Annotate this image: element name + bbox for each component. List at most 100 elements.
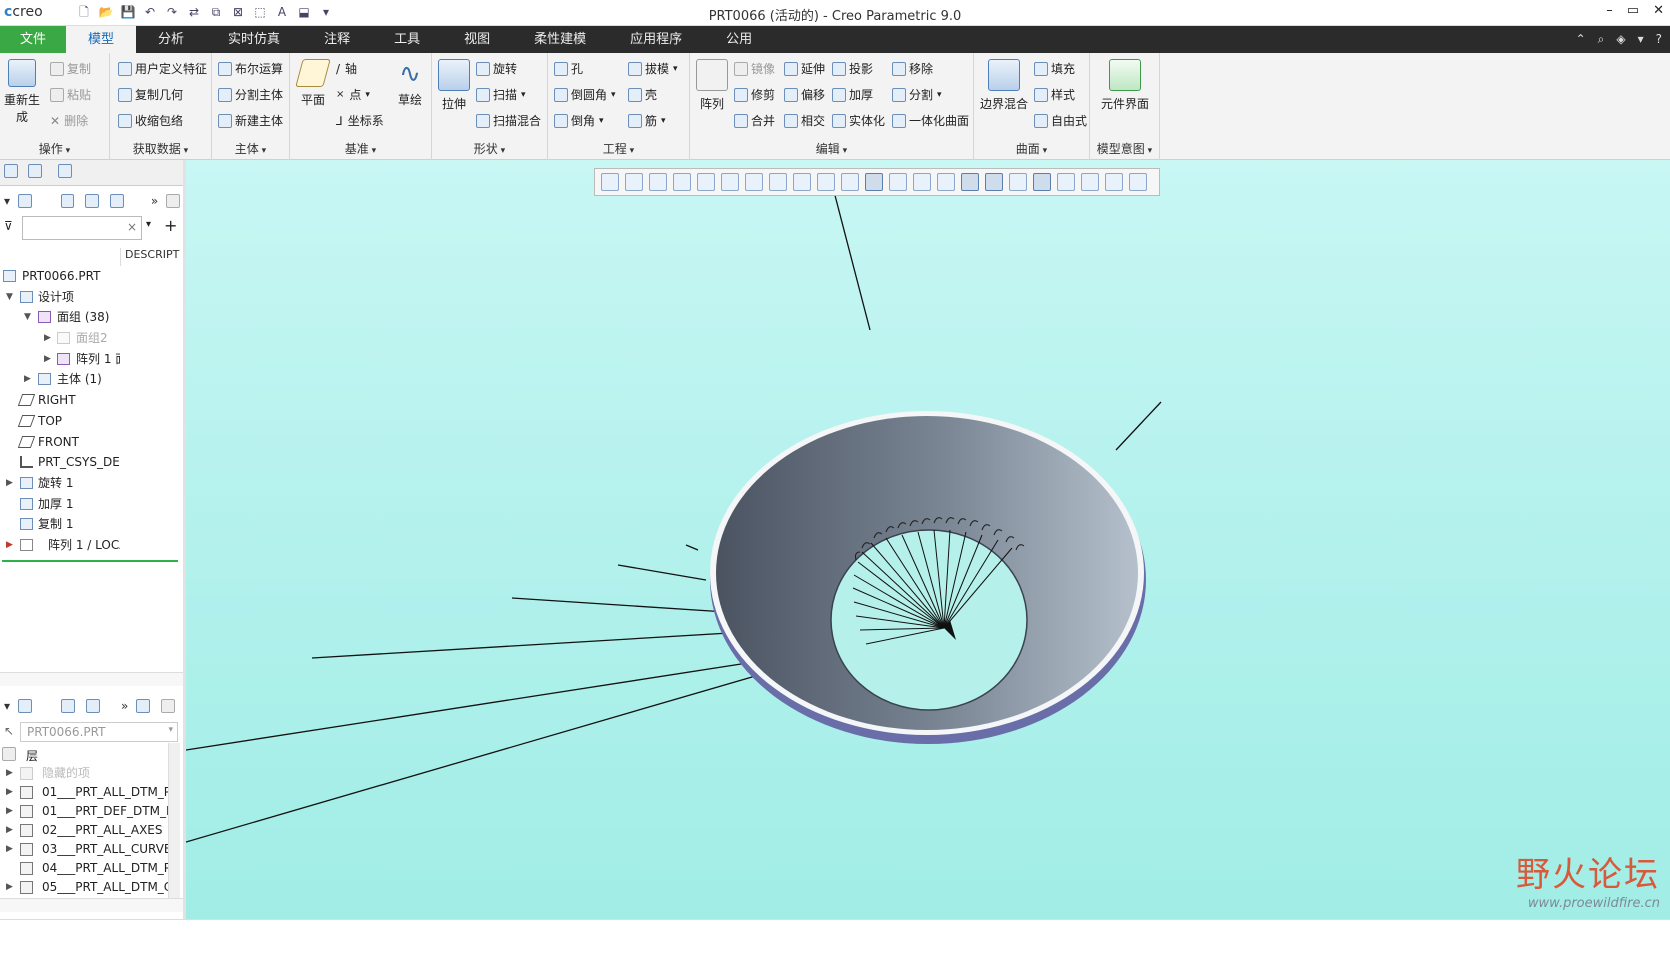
layer-item[interactable]: 04___PRT_ALL_DTM_PNT xyxy=(0,859,168,878)
tree-item-right-plane[interactable]: RIGHT xyxy=(0,390,120,411)
offset-button[interactable]: 偏移 xyxy=(784,86,825,103)
copy-geometry-button[interactable]: 复制几何 xyxy=(118,86,183,103)
pause-icon[interactable] xyxy=(1105,173,1123,191)
freestyle-button[interactable]: 自由式 xyxy=(1034,112,1087,129)
tree-item-pattern[interactable]: ▶阵列 1 / LOCAL xyxy=(0,535,120,556)
delete-button[interactable]: ✕ 删除 xyxy=(50,112,88,129)
tab-live-simulation[interactable]: 实时仿真 xyxy=(206,26,302,53)
chamfer-button[interactable]: 倒角 ▾ xyxy=(554,112,604,129)
shading-icon[interactable] xyxy=(841,173,859,191)
tree-item-design-items[interactable]: ▼ 设计项 xyxy=(0,287,120,308)
trim-button[interactable]: 修剪 xyxy=(734,86,775,103)
undo-icon[interactable]: ↶ xyxy=(142,4,158,20)
insert-here-indicator[interactable] xyxy=(2,560,178,562)
expand-toggle-icon[interactable]: ▾ xyxy=(4,194,10,208)
axis-display-icon[interactable] xyxy=(889,173,907,191)
tree-expand-icon[interactable] xyxy=(61,699,76,713)
tree-collapse-icon[interactable] xyxy=(86,699,101,713)
tree-search-input[interactable]: × xyxy=(22,216,142,240)
group-label-model-intent[interactable]: 模型意图 xyxy=(1090,140,1159,157)
style-button[interactable]: 样式 xyxy=(1034,86,1075,103)
collapse-ribbon-icon[interactable]: ⌃ xyxy=(1576,26,1586,53)
layer-item[interactable]: ▶05___PRT_ALL_DTM_CSYS xyxy=(0,878,168,897)
swept-blend-button[interactable]: 扫描混合 xyxy=(476,112,541,129)
point-dropdown-icon[interactable]: ▾ xyxy=(365,90,370,100)
csys-tag-display-icon[interactable] xyxy=(1009,173,1027,191)
zoom-in-icon[interactable] xyxy=(625,173,643,191)
more-options-icon[interactable]: » xyxy=(151,194,158,208)
plane-button[interactable]: 平面 xyxy=(295,59,331,108)
revolve-button[interactable]: 旋转 xyxy=(476,60,517,77)
axis-button[interactable]: / 轴 xyxy=(336,60,357,77)
pattern-button[interactable]: 阵列 xyxy=(694,59,730,112)
expand-arrow-icon[interactable]: ▶ xyxy=(6,802,13,821)
split-button[interactable]: 分割 ▾ xyxy=(892,86,942,103)
plane-display-icon[interactable] xyxy=(865,173,883,191)
view-manager-icon[interactable] xyxy=(745,173,763,191)
csys-display-icon[interactable] xyxy=(937,173,955,191)
tab-applications[interactable]: 应用程序 xyxy=(608,26,704,53)
draft-dropdown-icon[interactable]: ▾ xyxy=(673,64,678,74)
help-icon[interactable]: ? xyxy=(1656,26,1662,53)
csys-button[interactable]: ⅃ 坐标系 xyxy=(336,112,384,129)
point-button[interactable]: × 点 ▾ xyxy=(336,86,370,103)
rib-button[interactable]: 筋 ▾ xyxy=(628,112,666,129)
maximize-button[interactable]: ▭ xyxy=(1627,3,1639,18)
thicken-button[interactable]: 加厚 xyxy=(832,86,873,103)
layer-item[interactable]: ▶ 02___PRT_ALL_AXES xyxy=(0,821,168,840)
expand-arrow-icon[interactable]: ▶ xyxy=(6,783,13,802)
expand-arrow-icon[interactable]: ▶ xyxy=(6,535,13,555)
tree-item-top-plane[interactable]: TOP xyxy=(0,411,120,432)
search-icon[interactable]: ⌕ xyxy=(1598,26,1605,53)
split-dropdown-icon[interactable]: ▾ xyxy=(937,90,942,100)
expand-arrow-icon[interactable]: ▶ xyxy=(6,878,13,897)
sweep-button[interactable]: 扫描 ▾ xyxy=(476,86,526,103)
udf-button[interactable]: 用户定义特征 xyxy=(118,60,207,77)
draft-button[interactable]: 拔模 ▾ xyxy=(628,60,678,77)
open-folder-icon[interactable]: 📂 xyxy=(98,4,114,20)
new-body-button[interactable]: 新建主体 xyxy=(218,112,283,129)
close-button[interactable]: ✕ xyxy=(1653,3,1664,18)
expand-arrow-icon[interactable]: ▶ xyxy=(6,821,13,840)
annotation-display-icon[interactable] xyxy=(961,173,979,191)
shell-button[interactable]: 壳 xyxy=(628,86,657,103)
shrinkwrap-button[interactable]: 收缩包络 xyxy=(118,112,183,129)
layer-tree-horizontal-scrollbar[interactable] xyxy=(0,898,183,912)
collapse-arrow-icon[interactable]: ▼ xyxy=(24,307,31,327)
merge-button[interactable]: 合并 xyxy=(734,112,775,129)
spin-center-icon[interactable] xyxy=(817,173,835,191)
layer-item-hidden[interactable]: ▶ 隐藏的项 xyxy=(0,764,168,783)
part-model-view[interactable] xyxy=(186,160,1670,919)
column-header-description[interactable]: DESCRIPT xyxy=(120,248,183,266)
boundary-blend-button[interactable]: 边界混合 xyxy=(976,59,1032,112)
display-style-icon[interactable] xyxy=(697,173,715,191)
project-button[interactable]: 投影 xyxy=(832,60,873,77)
tree-item-revolve[interactable]: ▶ 旋转 1 xyxy=(0,473,120,494)
unify-surface-button[interactable]: 一体化曲面 xyxy=(892,112,969,129)
folder-browser-tab-icon[interactable] xyxy=(28,164,42,178)
select-icon[interactable]: ⬓ xyxy=(296,4,312,20)
saved-orientations-icon[interactable] xyxy=(721,173,739,191)
warning-icon[interactable] xyxy=(1081,173,1099,191)
layers-icon[interactable] xyxy=(18,699,33,713)
layer-model-select[interactable]: PRT0066.PRT ▾ xyxy=(20,722,178,742)
round-dropdown-icon[interactable]: ▾ xyxy=(611,90,616,100)
group-label-operations[interactable]: 操作 xyxy=(0,140,109,157)
expand-arrow-icon[interactable]: ▶ xyxy=(6,473,13,493)
group-label-shapes[interactable]: 形状 xyxy=(432,140,547,157)
refit-icon[interactable] xyxy=(601,173,619,191)
tab-flexible-modeling[interactable]: 柔性建模 xyxy=(512,26,608,53)
tab-model[interactable]: 模型 xyxy=(66,26,137,53)
point-tag-display-icon[interactable] xyxy=(985,173,1003,191)
customize-qat-icon[interactable]: ▾ xyxy=(318,4,334,20)
learning-icon[interactable]: ◈ xyxy=(1616,26,1625,53)
tree-item-part[interactable]: PRT0066.PRT xyxy=(0,266,120,287)
expand-arrow-icon[interactable]: ▶ xyxy=(24,369,31,389)
clear-search-icon[interactable]: × xyxy=(127,220,137,234)
point-display-icon[interactable] xyxy=(913,173,931,191)
extend-button[interactable]: 延伸 xyxy=(784,60,825,77)
layer-item[interactable]: ▶01___PRT_DEF_DTM_PLN xyxy=(0,802,168,821)
display-icon[interactable]: ⬚ xyxy=(252,4,268,20)
stop-icon[interactable] xyxy=(1129,173,1147,191)
sweep-dropdown-icon[interactable]: ▾ xyxy=(521,90,526,100)
